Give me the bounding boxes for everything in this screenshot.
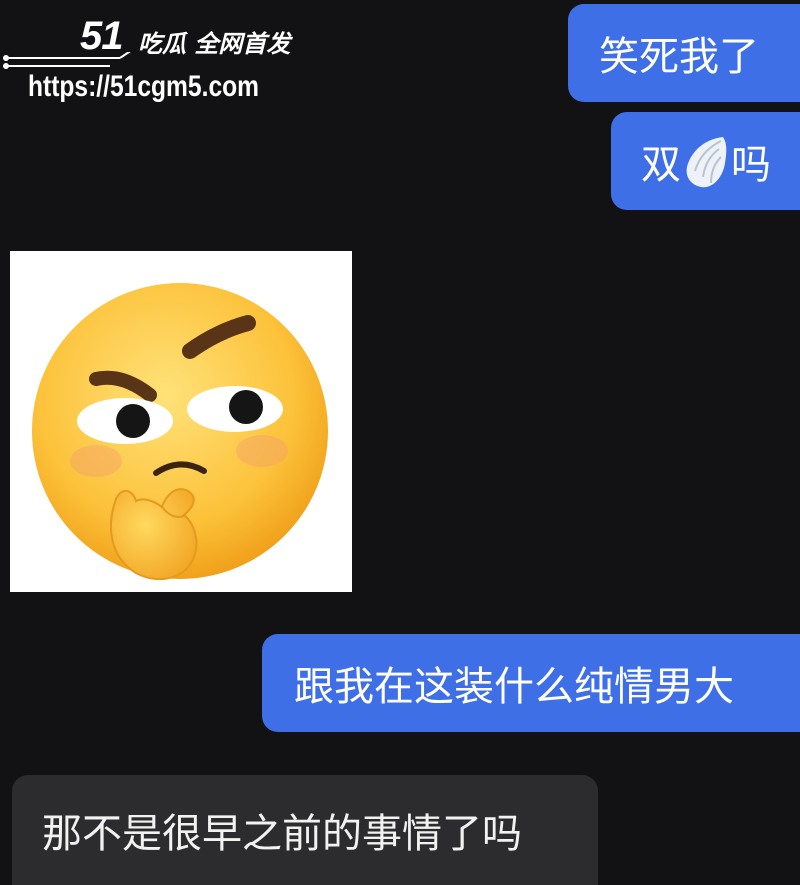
message-text: 笑死我了	[599, 34, 759, 80]
message-text-after: 吗	[731, 142, 771, 188]
watermark: 51 吃瓜 全网首发 https://51cgm5.com	[0, 8, 320, 108]
message-text-before: 双	[641, 142, 681, 188]
message-text: 跟我在这装什么纯情男大	[294, 664, 734, 710]
message-bubble-received[interactable]: 那不是很早之前的事情了吗	[12, 775, 598, 885]
message-bubble-sent[interactable]: 双 吗	[611, 112, 800, 210]
message-bubble-sent[interactable]: 笑死我了	[568, 4, 800, 102]
sticker-message[interactable]	[10, 251, 352, 592]
watermark-url: https://51cgm5.com	[28, 70, 260, 103]
wing-icon	[686, 137, 727, 188]
message-text: 那不是很早之前的事情了吗	[42, 811, 522, 857]
message-bubble-sent[interactable]: 跟我在这装什么纯情男大	[262, 634, 800, 732]
watermark-tagline: 吃瓜 全网首发	[138, 30, 291, 58]
thinking-face-emoji-icon	[32, 283, 328, 581]
